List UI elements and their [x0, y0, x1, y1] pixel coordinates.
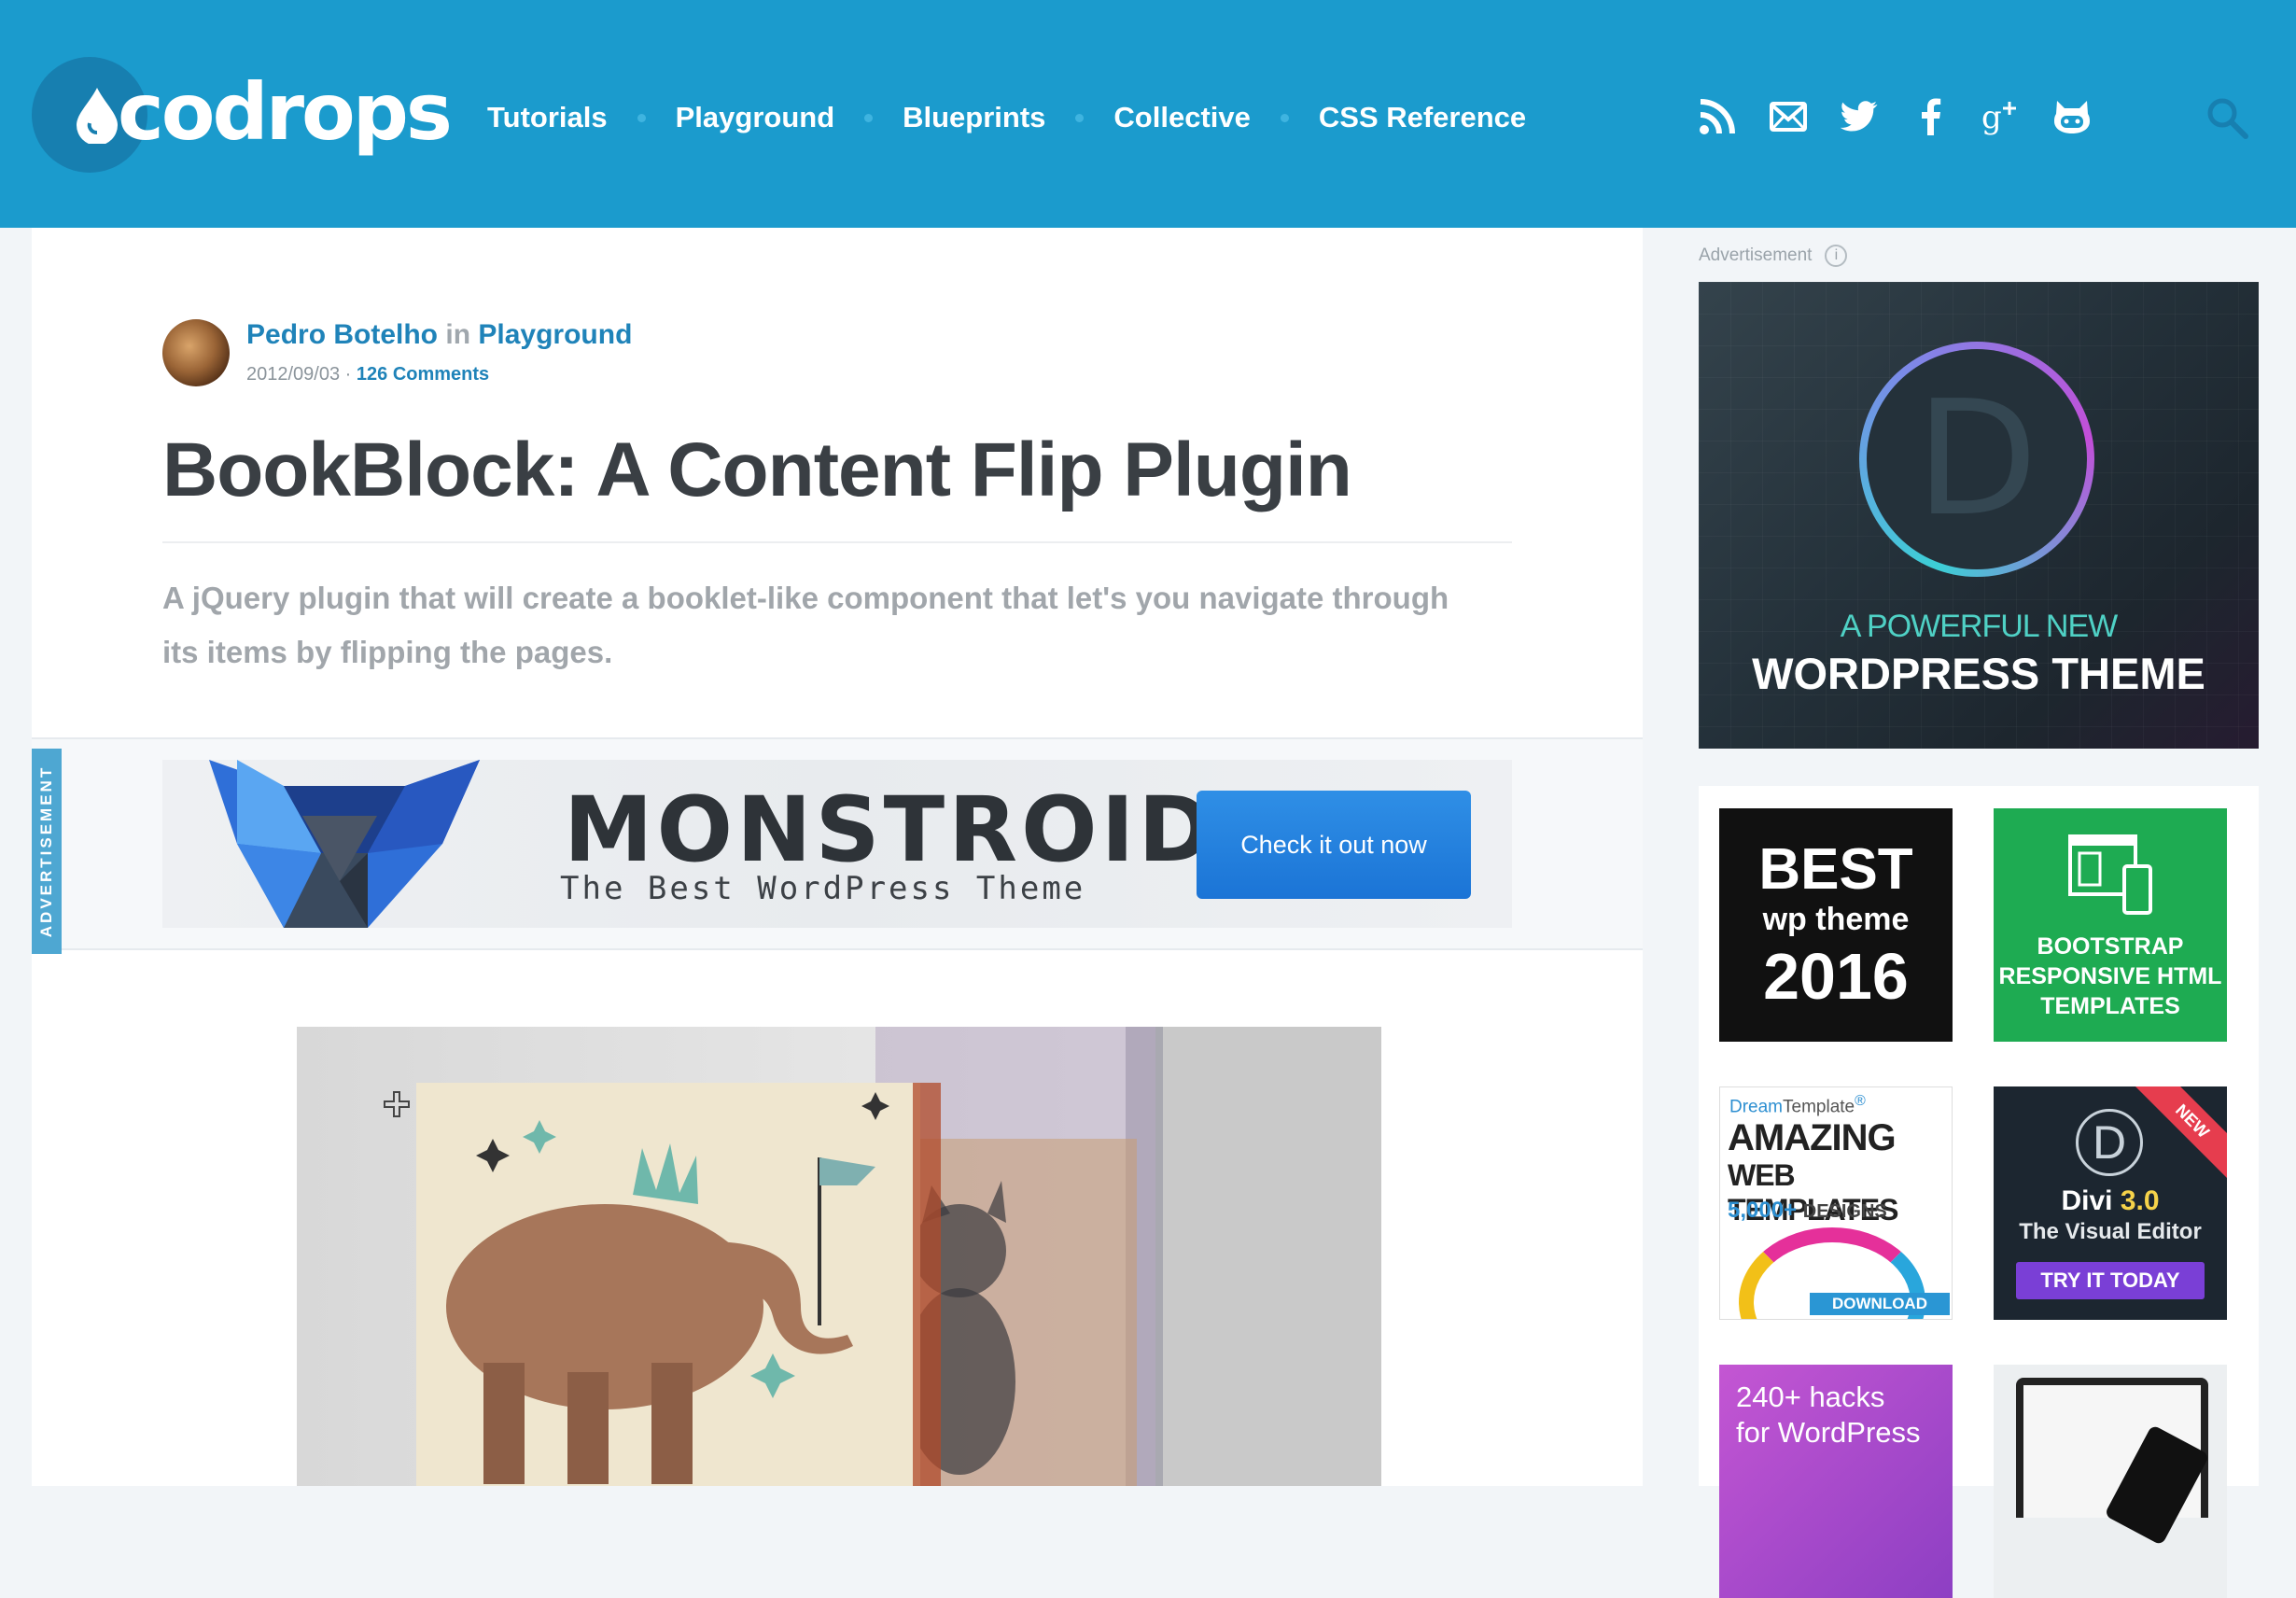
author-avatar[interactable] — [162, 319, 230, 386]
nav-separator — [637, 113, 646, 122]
github-icon[interactable] — [2051, 96, 2093, 137]
monstroid-logo-icon — [209, 760, 480, 928]
article-byline: Pedro Botelho in Playground 2012/09/03 ·… — [162, 319, 1282, 394]
bootstrap-templates-ad[interactable]: BOOTSTRAP RESPONSIVE HTML TEMPLATES — [1994, 808, 2227, 1042]
monstroid-subtitle: The Best WordPress Theme — [560, 870, 1086, 907]
hero-image — [297, 1027, 1381, 1486]
theme-mockup-ad[interactable] — [1994, 1365, 2227, 1598]
monstroid-title: MONSTROID — [564, 778, 1217, 882]
divi-letter: D — [1915, 367, 2038, 552]
divi-big-ad[interactable]: D A POWERFUL NEW WORDPRESS THEME — [1699, 282, 2259, 749]
dt-designs-count: 5,000+ DESIGNS — [1728, 1198, 1887, 1224]
advertisement-side-text: ADVERTISEMENT — [37, 764, 55, 938]
nav-separator — [864, 113, 874, 122]
article-main: Pedro Botelho in Playground 2012/09/03 ·… — [32, 228, 1643, 1486]
try-it-today-button[interactable]: TRY IT TODAY — [2016, 1262, 2205, 1299]
new-ribbon: NEW — [2131, 1086, 2227, 1183]
svg-text:g: g — [1981, 99, 2002, 135]
author-line: Pedro Botelho in Playground — [246, 319, 632, 351]
ad-wp-theme-text: wp theme — [1762, 902, 1910, 937]
main-nav: Tutorials Playground Blueprints Collecti… — [487, 101, 1526, 134]
sidebar-ad-label: Advertisement i — [1699, 245, 1848, 267]
nav-separator — [1075, 113, 1085, 122]
monstroid-ad[interactable]: MONSTROID The Best WordPress Theme Check… — [162, 760, 1512, 928]
nav-css-reference[interactable]: CSS Reference — [1319, 101, 1526, 134]
author-in-word: in — [445, 319, 471, 350]
article-date: 2012/09/03 — [246, 364, 341, 385]
wordpress-hacks-ad[interactable]: 240+ hacks for WordPress — [1719, 1365, 1953, 1598]
hacks-ad-text: 240+ hacks for WordPress — [1736, 1380, 1921, 1451]
big-ad-headline: WORDPRESS THEME — [1752, 649, 2205, 698]
rss-icon[interactable] — [1697, 96, 1738, 137]
nav-blueprints[interactable]: Blueprints — [903, 101, 1045, 134]
category-link[interactable]: Playground — [478, 319, 632, 350]
dt-count: 5,000+ — [1728, 1198, 1798, 1223]
nav-tutorials[interactable]: Tutorials — [487, 101, 608, 134]
logo-text: codrops — [118, 66, 453, 158]
dt-amazing-text: AMAZING — [1728, 1117, 1897, 1158]
divi-version-title: Divi 3.0 — [1994, 1185, 2227, 1217]
title-divider — [162, 541, 1512, 543]
info-icon[interactable]: i — [1825, 245, 1848, 267]
dreamtemplate-brand: DreamTemplate® — [1729, 1093, 1866, 1117]
search-icon[interactable] — [2205, 95, 2249, 140]
download-button[interactable]: DOWNLOAD — [1810, 1293, 1950, 1315]
site-header: codrops Tutorials Playground Blueprints … — [0, 0, 2296, 228]
article-meta: 2012/09/03 · 126 Comments — [246, 364, 489, 385]
big-ad-tagline: A POWERFUL NEW — [1840, 609, 2118, 644]
sidebar-ad-grid: BEST wp theme 2016 BOOTSTRAP RESPONSIVE … — [1699, 786, 2259, 1598]
ad-best-text: BEST — [1758, 837, 1913, 902]
divi-small-logo: D — [2076, 1109, 2143, 1176]
article-excerpt: A jQuery plugin that will create a bookl… — [162, 581, 1449, 669]
meta-separator: · — [344, 364, 352, 385]
nav-playground[interactable]: Playground — [676, 101, 835, 134]
social-links: g — [1697, 96, 2122, 137]
brand-part-b: Template — [1783, 1097, 1855, 1117]
drop-icon — [77, 88, 118, 144]
best-wp-theme-ad[interactable]: BEST wp theme 2016 — [1719, 808, 1953, 1042]
divi-visual-editor-ad[interactable]: D NEW Divi 3.0 The Visual Editor TRY IT … — [1994, 1086, 2227, 1320]
hacks-line1: 240+ hacks — [1736, 1381, 1885, 1413]
brand-part-a: Dream — [1729, 1097, 1784, 1117]
advertisement-side-label: ADVERTISEMENT — [32, 749, 62, 954]
ad-year-text: 2016 — [1763, 940, 1909, 1013]
bookblock-preview-image — [297, 1027, 1381, 1486]
comments-link[interactable]: 126 Comments — [357, 364, 489, 385]
author-link[interactable]: Pedro Botelho — [246, 319, 438, 350]
check-it-out-button[interactable]: Check it out now — [1197, 791, 1471, 899]
email-icon[interactable] — [1768, 96, 1809, 137]
divi-logo-ring: D — [1859, 342, 2094, 577]
site-logo[interactable]: codrops — [32, 54, 453, 175]
dt-designs-word: DESIGNS — [1802, 1201, 1887, 1222]
brand-registered-mark: ® — [1855, 1093, 1866, 1109]
divi-name: Divi — [2061, 1185, 2113, 1216]
nav-collective[interactable]: Collective — [1113, 101, 1250, 134]
twitter-icon[interactable] — [1839, 96, 1880, 137]
hacks-line2: for WordPress — [1736, 1416, 1921, 1449]
responsive-devices-icon — [2068, 834, 2152, 915]
bootstrap-ad-text: BOOTSTRAP RESPONSIVE HTML TEMPLATES — [1998, 933, 2222, 1019]
google-plus-icon[interactable]: g — [1981, 96, 2022, 137]
article-title: BookBlock: A Content Flip Plugin — [162, 428, 1352, 512]
facebook-icon[interactable] — [1910, 96, 1951, 137]
divi-visual-editor-text: The Visual Editor — [2019, 1219, 2202, 1244]
dreamtemplate-ad[interactable]: DreamTemplate® AMAZING WEB TEMPLATES 5,0… — [1719, 1086, 1953, 1320]
divi-logo-inner: D — [1867, 349, 2087, 569]
sidebar-ad-label-text: Advertisement — [1699, 245, 1813, 265]
nav-separator — [1280, 113, 1289, 122]
divi-version: 3.0 — [2120, 1185, 2160, 1216]
